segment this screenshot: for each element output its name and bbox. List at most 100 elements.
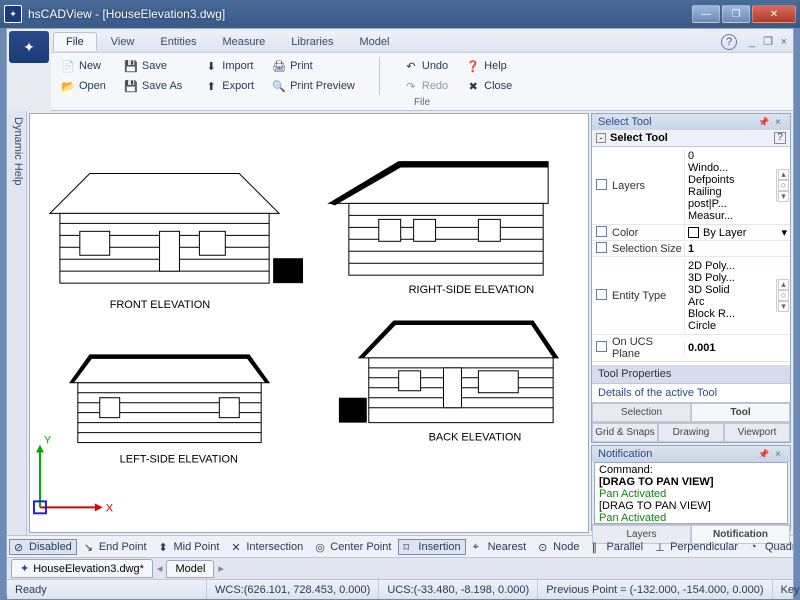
open-button[interactable]: 📂Open [59, 77, 108, 95]
tab-gridsnaps[interactable]: Grid & Snaps [592, 423, 658, 442]
snap-nearest[interactable]: ⌖Nearest [468, 539, 532, 555]
snap-perpendicular[interactable]: ⊥Perpendicular [650, 539, 743, 555]
snap-toolbar: ⊘Disabled ↘End Point ⬍Mid Point ✕Interse… [7, 535, 793, 557]
midpoint-icon: ⬍ [159, 541, 171, 553]
svg-text:BACK ELEVATION: BACK ELEVATION [429, 432, 522, 444]
color-checkbox[interactable] [596, 226, 607, 237]
mdi-close-button[interactable]: × [777, 36, 791, 48]
export-button[interactable]: ⬆Export [202, 77, 256, 95]
tool-tabstrip: Selection Tool [592, 402, 790, 422]
status-kbd: Keyboard Shortcuts: On [773, 580, 800, 599]
doc-tab-file[interactable]: ✦HouseElevation3.dwg* [11, 559, 153, 578]
menu-file[interactable]: File [53, 32, 97, 51]
snap-parallel[interactable]: ∥Parallel [586, 539, 648, 555]
menu-model[interactable]: Model [347, 33, 401, 51]
svg-text:Y: Y [44, 435, 52, 447]
panel-close-icon[interactable]: × [772, 117, 784, 128]
close-window-button[interactable]: ✕ [752, 5, 796, 23]
panel-help-icon[interactable]: ? [774, 132, 786, 144]
command-log[interactable]: Command:[DRAG TO PAN VIEW]Pan Activated[… [594, 462, 788, 524]
perpendicular-icon: ⊥ [655, 541, 667, 553]
snap-disabled[interactable]: ⊘Disabled [9, 539, 77, 555]
undo-button[interactable]: ↶Undo [402, 57, 450, 75]
parallel-icon: ∥ [591, 541, 603, 553]
redo-icon: ↷ [404, 79, 418, 93]
mdi-minimize-button[interactable]: _ [745, 36, 759, 48]
menu-libraries[interactable]: Libraries [279, 33, 345, 51]
tab-selection[interactable]: Selection [592, 403, 691, 422]
snap-quadrant[interactable]: ◔Quadrant [745, 539, 793, 555]
disabled-icon: ⊘ [14, 541, 26, 553]
save-button[interactable]: 💾Save [122, 57, 184, 75]
tab-drawing[interactable]: Drawing [658, 423, 724, 442]
select-tool-header: Select Tool [610, 132, 668, 144]
svg-text:FRONT ELEVATION: FRONT ELEVATION [110, 299, 211, 311]
menu-view[interactable]: View [99, 33, 147, 51]
layers-label: Layers [610, 179, 684, 193]
tab-viewport[interactable]: Viewport [724, 423, 790, 442]
ucs-plane-value[interactable]: 0.001 [688, 342, 716, 354]
intersection-icon: ✕ [231, 541, 243, 553]
snap-insertion[interactable]: ⌑Insertion [398, 539, 465, 555]
select-tool-panel: Select Tool📌× - Select Tool ? Layers 0Wi… [591, 113, 791, 443]
drawing-canvas[interactable]: FRONT ELEVATION RIGHT-SIDE ELEVATION [29, 113, 589, 533]
export-icon: ⬆ [204, 79, 218, 93]
help-icon: ❓ [466, 59, 480, 73]
new-icon: 📄 [61, 59, 75, 73]
snap-intersection[interactable]: ✕Intersection [226, 539, 308, 555]
maximize-button[interactable]: ❐ [722, 5, 750, 23]
panel-close-icon[interactable]: × [772, 449, 784, 460]
menubar-help-icon[interactable]: ? [721, 34, 737, 50]
snap-endpoint[interactable]: ↘End Point [79, 539, 152, 555]
save-icon: 💾 [124, 59, 138, 73]
quadrant-icon: ◔ [750, 541, 762, 553]
status-ucs: UCS:(-33.480, -8.198, 0.000) [379, 580, 538, 599]
redo-button[interactable]: ↷Redo [402, 77, 450, 95]
help-button[interactable]: ❓Help [464, 57, 514, 75]
ucs-indicator: X Y [34, 435, 114, 515]
layers-checkbox[interactable] [596, 179, 607, 190]
endpoint-icon: ↘ [84, 541, 96, 553]
layers-list[interactable]: 0Windo...DefpointsRailingpost|P...Measur… [688, 150, 773, 222]
app-menu-button[interactable]: ✦ [9, 31, 49, 63]
app-icon: ✦ [4, 5, 22, 23]
minimize-button[interactable]: — [692, 5, 720, 23]
print-preview-button[interactable]: 🔍Print Preview [270, 77, 357, 95]
close-button[interactable]: ✖Close [464, 77, 514, 95]
color-dropdown[interactable]: By Layer▾ [684, 225, 790, 240]
window-title: hsCADView - [HouseElevation3.dwg] [28, 7, 692, 21]
ucs-plane-label: On UCS Plane [610, 335, 684, 361]
enttype-checkbox[interactable] [596, 289, 607, 300]
ribbon-file-group: 📄New 💾Save 📂Open 💾Save As ⬇Import 🖨Print… [51, 53, 793, 111]
svg-text:X: X [106, 502, 114, 514]
ucs-checkbox[interactable] [596, 341, 607, 352]
doc-tab-model[interactable]: Model [166, 560, 214, 578]
dynamic-help-tab[interactable]: Dynamic Help [7, 111, 27, 535]
center-icon: ◎ [315, 541, 327, 553]
pin-icon[interactable]: 📌 [755, 117, 772, 128]
pin-icon[interactable]: 📌 [755, 449, 772, 460]
status-prev: Previous Point = (-132.000, -154.000, 0.… [538, 580, 772, 599]
save-as-button[interactable]: 💾Save As [122, 77, 184, 95]
undo-icon: ↶ [404, 59, 418, 73]
insertion-icon: ⌑ [403, 541, 415, 553]
enttype-label: Entity Type [610, 289, 684, 303]
status-wcs: WCS:(626.101, 728.453, 0.000) [207, 580, 379, 599]
menu-entities[interactable]: Entities [148, 33, 208, 51]
mdi-restore-button[interactable]: ❐ [761, 35, 775, 48]
selsize-checkbox[interactable] [596, 242, 607, 253]
entity-type-list[interactable]: 2D Poly...3D Poly...3D SolidArcBlock R..… [688, 260, 773, 332]
import-button[interactable]: ⬇Import [202, 57, 256, 75]
svg-text:LEFT-SIDE ELEVATION: LEFT-SIDE ELEVATION [120, 454, 238, 466]
selsize-value[interactable]: 1 [688, 243, 694, 255]
snap-center[interactable]: ◎Center Point [310, 539, 396, 555]
snap-midpoint[interactable]: ⬍Mid Point [154, 539, 225, 555]
menu-measure[interactable]: Measure [210, 33, 277, 51]
print-button[interactable]: 🖨Print [270, 57, 357, 75]
tab-tool[interactable]: Tool [691, 403, 790, 422]
tool-details: Details of the active Tool [592, 383, 790, 402]
new-button[interactable]: 📄New [59, 57, 108, 75]
print-preview-icon: 🔍 [272, 79, 286, 93]
select-tool-title: Select Tool [598, 116, 652, 128]
snap-node[interactable]: ⊙Node [533, 539, 584, 555]
